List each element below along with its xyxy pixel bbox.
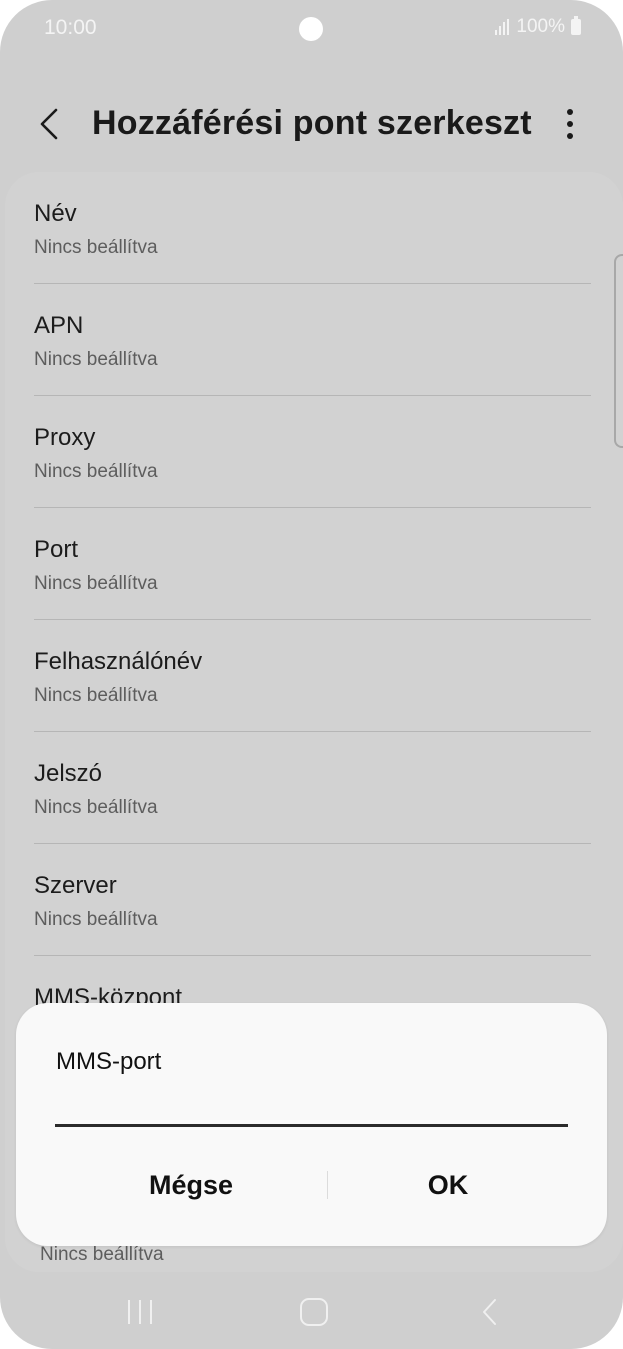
cancel-button[interactable]: Mégse xyxy=(16,1155,366,1215)
list-item-value: Nincs beállítva xyxy=(34,349,158,370)
list-item-server[interactable]: Szerver Nincs beállítva xyxy=(34,844,591,956)
more-options-button[interactable] xyxy=(552,102,588,146)
list-item-label: Port xyxy=(34,536,79,563)
camera-dot xyxy=(299,17,323,41)
list-item-proxy[interactable]: Proxy Nincs beállítva xyxy=(34,396,591,508)
back-icon[interactable] xyxy=(478,1296,502,1328)
battery-icon xyxy=(571,16,581,35)
list-item-value: Nincs beállítva xyxy=(34,797,158,818)
mms-port-dialog: MMS-port Mégse OK xyxy=(16,1003,607,1246)
list-item-label: Név xyxy=(34,200,77,227)
navigation-bar xyxy=(0,1278,623,1349)
recents-icon[interactable] xyxy=(125,1300,155,1326)
list-item-name[interactable]: Név Nincs beállítva xyxy=(34,172,591,284)
status-time: 10:00 xyxy=(44,16,97,39)
list-item-label: Szerver xyxy=(34,872,117,899)
list-item-label: APN xyxy=(34,312,84,339)
mms-port-input[interactable] xyxy=(55,1093,568,1127)
list-item-port[interactable]: Port Nincs beállítva xyxy=(34,508,591,620)
signal-icon xyxy=(495,19,510,35)
phone-screen: 10:00 100% Hozzáférési pont szerkeszt... xyxy=(0,0,623,1349)
list-item-apn[interactable]: APN Nincs beállítva xyxy=(34,284,591,396)
battery-percent: 100% xyxy=(516,16,565,37)
back-button[interactable] xyxy=(30,102,74,146)
list-item-value: Nincs beállítva xyxy=(40,1244,164,1265)
page-title: Hozzáférési pont szerkeszt... xyxy=(92,104,532,142)
list-item-label: Felhasználónév xyxy=(34,648,203,675)
list-item-password[interactable]: Jelszó Nincs beállítva xyxy=(34,732,591,844)
scroll-indicator[interactable] xyxy=(614,254,623,448)
home-icon[interactable] xyxy=(300,1298,328,1326)
list-item-value: Nincs beállítva xyxy=(34,573,158,594)
list-item-label: Proxy xyxy=(34,424,96,451)
list-item-value: Nincs beállítva xyxy=(34,909,158,930)
status-bar: 10:00 100% xyxy=(0,0,623,58)
list-item-value: Nincs beállítva xyxy=(34,237,158,258)
more-vertical-icon xyxy=(567,109,573,139)
status-right: 100% xyxy=(495,16,581,38)
dialog-title: MMS-port xyxy=(56,1048,162,1075)
list-item-username[interactable]: Felhasználónév Nincs beállítva xyxy=(34,620,591,732)
chevron-left-icon xyxy=(40,108,58,140)
ok-button[interactable]: OK xyxy=(328,1155,568,1215)
list-item-value: Nincs beállítva xyxy=(34,685,158,706)
list-item-label: Jelszó xyxy=(34,760,103,787)
app-header: Hozzáférési pont szerkeszt... xyxy=(0,90,623,160)
list-item-value: Nincs beállítva xyxy=(34,461,158,482)
